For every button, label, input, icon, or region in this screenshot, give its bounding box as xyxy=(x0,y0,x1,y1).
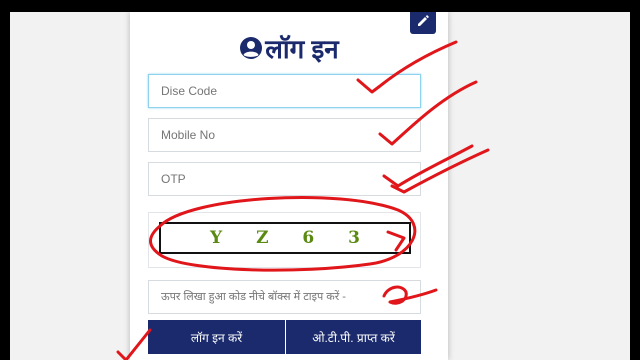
browser-viewport: लॉग इन Y Z 6 3 लॉग इन करें ओ.टी.पी. प्रा… xyxy=(10,12,630,360)
edit-button[interactable] xyxy=(410,12,436,34)
get-otp-button-label: ओ.टी.पी. प्राप्त करें xyxy=(312,330,395,345)
otp-input[interactable] xyxy=(148,162,421,196)
user-circle-icon xyxy=(239,36,263,67)
captcha-image: Y Z 6 3 xyxy=(159,222,411,254)
captcha-container: Y Z 6 3 xyxy=(148,212,421,268)
login-card: लॉग इन Y Z 6 3 लॉग इन करें ओ.टी.पी. प्रा… xyxy=(130,12,448,360)
login-button-label: लॉग इन करें xyxy=(190,330,243,345)
get-otp-button[interactable]: ओ.टी.पी. प्राप्त करें xyxy=(286,320,421,354)
mobile-number-input[interactable] xyxy=(148,118,421,152)
captcha-answer-input[interactable] xyxy=(148,280,421,314)
pencil-icon xyxy=(417,14,429,32)
login-title: लॉग इन xyxy=(130,30,448,67)
dise-code-input[interactable] xyxy=(148,74,421,108)
login-button[interactable]: लॉग इन करें xyxy=(148,320,285,354)
login-title-text: लॉग इन xyxy=(265,34,339,64)
captcha-code: Y Z 6 3 xyxy=(210,228,374,248)
